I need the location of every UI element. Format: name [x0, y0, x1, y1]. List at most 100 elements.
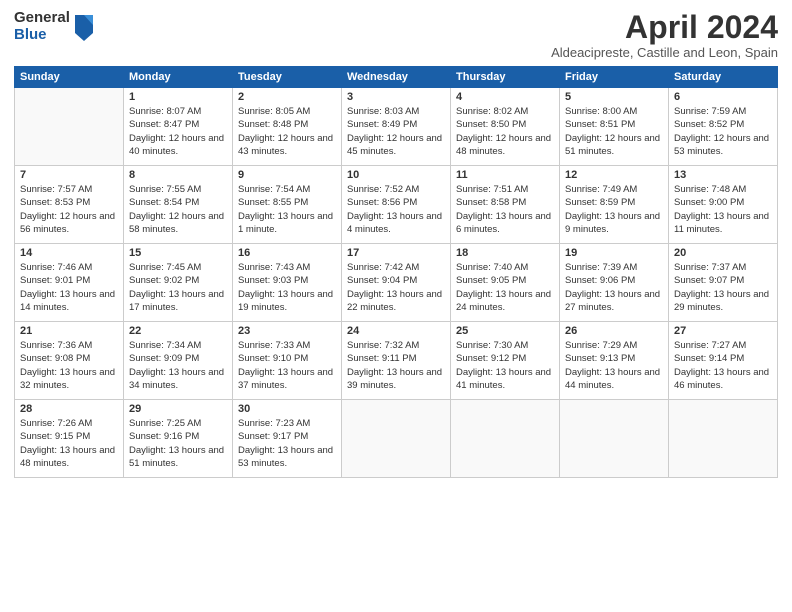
day-number: 10: [347, 169, 445, 181]
day-info: Sunrise: 7:23 AM Sunset: 9:17 PM Dayligh…: [238, 417, 336, 470]
sunset: Sunset: 9:03 PM: [238, 274, 336, 287]
sunset: Sunset: 9:15 PM: [20, 430, 118, 443]
sunset: Sunset: 9:02 PM: [129, 274, 227, 287]
day-info: Sunrise: 8:00 AM Sunset: 8:51 PM Dayligh…: [565, 105, 663, 158]
header-friday: Friday: [560, 67, 669, 88]
sunrise: Sunrise: 7:49 AM: [565, 183, 663, 196]
table-row: 3 Sunrise: 8:03 AM Sunset: 8:49 PM Dayli…: [342, 88, 451, 166]
day-number: 15: [129, 247, 227, 259]
table-row: 18 Sunrise: 7:40 AM Sunset: 9:05 PM Dayl…: [451, 244, 560, 322]
sunset: Sunset: 9:07 PM: [674, 274, 772, 287]
sunrise: Sunrise: 7:46 AM: [20, 261, 118, 274]
day-info: Sunrise: 7:34 AM Sunset: 9:09 PM Dayligh…: [129, 339, 227, 392]
header-tuesday: Tuesday: [233, 67, 342, 88]
sunset: Sunset: 9:11 PM: [347, 352, 445, 365]
sunrise: Sunrise: 7:33 AM: [238, 339, 336, 352]
calendar-week-row: 28 Sunrise: 7:26 AM Sunset: 9:15 PM Dayl…: [15, 400, 778, 478]
sunset: Sunset: 9:13 PM: [565, 352, 663, 365]
daylight: Daylight: 13 hours and 24 minutes.: [456, 288, 554, 315]
day-number: 18: [456, 247, 554, 259]
logo-icon: [73, 13, 95, 43]
daylight: Daylight: 13 hours and 1 minute.: [238, 210, 336, 237]
table-row: 27 Sunrise: 7:27 AM Sunset: 9:14 PM Dayl…: [669, 322, 778, 400]
day-number: 26: [565, 325, 663, 337]
sunrise: Sunrise: 8:02 AM: [456, 105, 554, 118]
month-title: April 2024: [551, 10, 778, 45]
sunrise: Sunrise: 7:51 AM: [456, 183, 554, 196]
day-number: 8: [129, 169, 227, 181]
day-info: Sunrise: 7:27 AM Sunset: 9:14 PM Dayligh…: [674, 339, 772, 392]
calendar-week-row: 14 Sunrise: 7:46 AM Sunset: 9:01 PM Dayl…: [15, 244, 778, 322]
sunset: Sunset: 8:53 PM: [20, 196, 118, 209]
header-saturday: Saturday: [669, 67, 778, 88]
day-info: Sunrise: 7:43 AM Sunset: 9:03 PM Dayligh…: [238, 261, 336, 314]
sunrise: Sunrise: 7:42 AM: [347, 261, 445, 274]
daylight: Daylight: 13 hours and 6 minutes.: [456, 210, 554, 237]
day-number: 6: [674, 91, 772, 103]
daylight: Daylight: 13 hours and 37 minutes.: [238, 366, 336, 393]
table-row: [451, 400, 560, 478]
table-row: 7 Sunrise: 7:57 AM Sunset: 8:53 PM Dayli…: [15, 166, 124, 244]
daylight: Daylight: 12 hours and 45 minutes.: [347, 132, 445, 159]
day-number: 17: [347, 247, 445, 259]
day-number: 22: [129, 325, 227, 337]
sunset: Sunset: 8:48 PM: [238, 118, 336, 131]
day-number: 30: [238, 403, 336, 415]
table-row: [560, 400, 669, 478]
daylight: Daylight: 12 hours and 56 minutes.: [20, 210, 118, 237]
calendar-week-row: 21 Sunrise: 7:36 AM Sunset: 9:08 PM Dayl…: [15, 322, 778, 400]
day-info: Sunrise: 7:33 AM Sunset: 9:10 PM Dayligh…: [238, 339, 336, 392]
day-info: Sunrise: 7:39 AM Sunset: 9:06 PM Dayligh…: [565, 261, 663, 314]
sunrise: Sunrise: 7:29 AM: [565, 339, 663, 352]
day-number: 2: [238, 91, 336, 103]
sunset: Sunset: 9:16 PM: [129, 430, 227, 443]
sunset: Sunset: 9:08 PM: [20, 352, 118, 365]
sunset: Sunset: 8:50 PM: [456, 118, 554, 131]
day-number: 13: [674, 169, 772, 181]
daylight: Daylight: 12 hours and 53 minutes.: [674, 132, 772, 159]
sunrise: Sunrise: 7:59 AM: [674, 105, 772, 118]
header-wednesday: Wednesday: [342, 67, 451, 88]
sunrise: Sunrise: 7:26 AM: [20, 417, 118, 430]
daylight: Daylight: 12 hours and 40 minutes.: [129, 132, 227, 159]
table-row: 24 Sunrise: 7:32 AM Sunset: 9:11 PM Dayl…: [342, 322, 451, 400]
sunrise: Sunrise: 7:55 AM: [129, 183, 227, 196]
table-row: [15, 88, 124, 166]
day-info: Sunrise: 7:25 AM Sunset: 9:16 PM Dayligh…: [129, 417, 227, 470]
daylight: Daylight: 12 hours and 51 minutes.: [565, 132, 663, 159]
daylight: Daylight: 13 hours and 9 minutes.: [565, 210, 663, 237]
sunset: Sunset: 8:51 PM: [565, 118, 663, 131]
daylight: Daylight: 13 hours and 46 minutes.: [674, 366, 772, 393]
day-number: 23: [238, 325, 336, 337]
day-number: 14: [20, 247, 118, 259]
day-number: 21: [20, 325, 118, 337]
table-row: 29 Sunrise: 7:25 AM Sunset: 9:16 PM Dayl…: [124, 400, 233, 478]
sunset: Sunset: 8:54 PM: [129, 196, 227, 209]
daylight: Daylight: 13 hours and 41 minutes.: [456, 366, 554, 393]
sunset: Sunset: 9:17 PM: [238, 430, 336, 443]
daylight: Daylight: 13 hours and 51 minutes.: [129, 444, 227, 471]
daylight: Daylight: 13 hours and 4 minutes.: [347, 210, 445, 237]
table-row: 4 Sunrise: 8:02 AM Sunset: 8:50 PM Dayli…: [451, 88, 560, 166]
table-row: 8 Sunrise: 7:55 AM Sunset: 8:54 PM Dayli…: [124, 166, 233, 244]
sunrise: Sunrise: 8:07 AM: [129, 105, 227, 118]
sunset: Sunset: 9:12 PM: [456, 352, 554, 365]
sunset: Sunset: 9:09 PM: [129, 352, 227, 365]
logo-text: General Blue: [14, 10, 70, 43]
day-number: 24: [347, 325, 445, 337]
day-number: 20: [674, 247, 772, 259]
day-info: Sunrise: 7:51 AM Sunset: 8:58 PM Dayligh…: [456, 183, 554, 236]
day-number: 5: [565, 91, 663, 103]
day-number: 16: [238, 247, 336, 259]
table-row: 22 Sunrise: 7:34 AM Sunset: 9:09 PM Dayl…: [124, 322, 233, 400]
table-row: 28 Sunrise: 7:26 AM Sunset: 9:15 PM Dayl…: [15, 400, 124, 478]
day-info: Sunrise: 7:49 AM Sunset: 8:59 PM Dayligh…: [565, 183, 663, 236]
table-row: 11 Sunrise: 7:51 AM Sunset: 8:58 PM Dayl…: [451, 166, 560, 244]
day-number: 1: [129, 91, 227, 103]
daylight: Daylight: 13 hours and 48 minutes.: [20, 444, 118, 471]
sunrise: Sunrise: 8:00 AM: [565, 105, 663, 118]
header-monday: Monday: [124, 67, 233, 88]
sunrise: Sunrise: 7:40 AM: [456, 261, 554, 274]
daylight: Daylight: 13 hours and 14 minutes.: [20, 288, 118, 315]
sunrise: Sunrise: 7:48 AM: [674, 183, 772, 196]
